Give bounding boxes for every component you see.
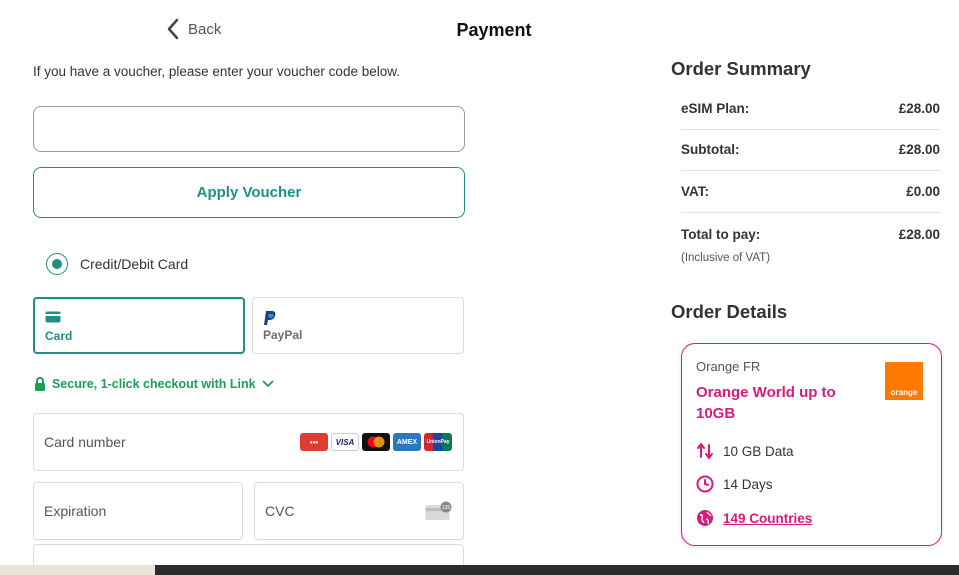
radio-label: Credit/Debit Card [80, 256, 189, 272]
summary-row-total: Total to pay: £28.00 [681, 227, 940, 242]
provider-name: Orange FR [696, 359, 761, 374]
plan-duration-row: 14 Days [696, 475, 773, 493]
voucher-instruction: If you have a voucher, please enter your… [33, 64, 400, 79]
amex-icon: AMEX [393, 433, 421, 451]
countries-link[interactable]: 149 Countries [723, 511, 812, 526]
card-icon [45, 311, 61, 323]
visa-icon: VISA [331, 433, 359, 451]
order-summary-title: Order Summary [671, 58, 811, 79]
link-checkout-label: Secure, 1-click checkout with Link [52, 377, 256, 391]
lock-icon [35, 377, 45, 391]
summary-row-subtotal: Subtotal: £28.00 [681, 142, 940, 157]
chevron-down-icon [261, 380, 274, 388]
summary-row-vat: VAT: £0.00 [681, 184, 940, 199]
summary-value: £28.00 [898, 101, 940, 116]
summary-value: £0.00 [906, 184, 940, 199]
data-transfer-icon [697, 443, 713, 459]
summary-label: eSIM Plan: [681, 101, 750, 116]
tab-paypal[interactable]: PayPal [252, 297, 464, 354]
plan-data: 10 GB Data [723, 443, 794, 459]
taskbar [0, 565, 959, 575]
cvc-field[interactable]: CVC 135 [254, 482, 464, 540]
card-number-field[interactable]: Card number ••• VISA AMEX UnionPay [33, 413, 464, 471]
summary-label: Total to pay: [681, 227, 761, 242]
orange-logo: orange [885, 362, 923, 400]
card-number-label: Card number [44, 434, 126, 450]
summary-row-esim: eSIM Plan: £28.00 [681, 101, 940, 116]
divider [681, 129, 940, 130]
summary-value: £28.00 [898, 227, 940, 242]
divider [681, 212, 940, 213]
apply-voucher-button[interactable]: Apply Voucher [33, 167, 465, 218]
mastercard-icon [362, 433, 390, 451]
radio-button[interactable] [46, 253, 68, 275]
page-title: Payment [456, 20, 532, 40]
plan-duration: 14 Days [723, 476, 773, 492]
card-brands: ••• VISA AMEX UnionPay [300, 433, 452, 451]
plan-countries-row[interactable]: 149 Countries [696, 509, 812, 527]
summary-label: VAT: [681, 184, 709, 199]
link-checkout-toggle[interactable]: Secure, 1-click checkout with Link [34, 377, 274, 391]
expiration-field[interactable]: Expiration [33, 482, 243, 540]
expiration-label: Expiration [44, 503, 107, 519]
taskbar-left-panel [0, 565, 155, 575]
summary-label: Subtotal: [681, 142, 740, 157]
cvc-card-icon: 135 [425, 501, 452, 520]
cvc-label: CVC [265, 503, 295, 519]
order-details-title: Order Details [671, 301, 788, 322]
globe-icon [697, 510, 713, 526]
wallet-brand-icon: ••• [300, 433, 328, 451]
tab-card-label: Card [45, 329, 73, 343]
credit-card-radio-option[interactable]: Credit/Debit Card [46, 253, 188, 275]
unionpay-icon: UnionPay [424, 433, 452, 451]
tab-card[interactable]: Card [33, 297, 245, 354]
plan-name: Orange World up to 10GB [696, 384, 836, 422]
radio-selected-dot [52, 259, 62, 269]
paypal-icon [264, 311, 276, 325]
svg-text:135: 135 [442, 505, 451, 511]
divider [681, 170, 940, 171]
logo-text: orange [890, 388, 918, 397]
plan-card: Orange FR Orange World up to 10GB orange… [681, 343, 942, 546]
clock-icon [696, 475, 714, 493]
summary-value: £28.00 [898, 142, 940, 157]
tab-paypal-label: PayPal [263, 328, 303, 342]
voucher-input[interactable] [33, 106, 465, 152]
plan-data-row: 10 GB Data [696, 442, 794, 460]
vat-note: (Inclusive of VAT) [681, 252, 771, 264]
